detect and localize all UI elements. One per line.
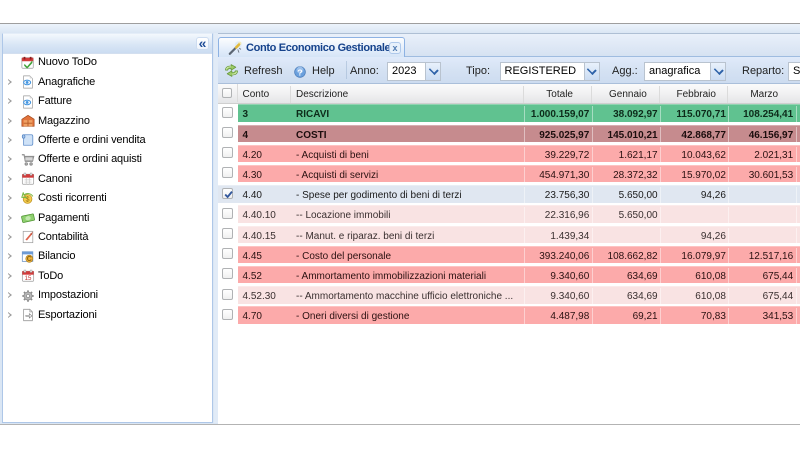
svg-text:C: C xyxy=(27,256,32,263)
svg-text:15: 15 xyxy=(25,275,32,282)
svg-text:?: ? xyxy=(297,67,302,77)
